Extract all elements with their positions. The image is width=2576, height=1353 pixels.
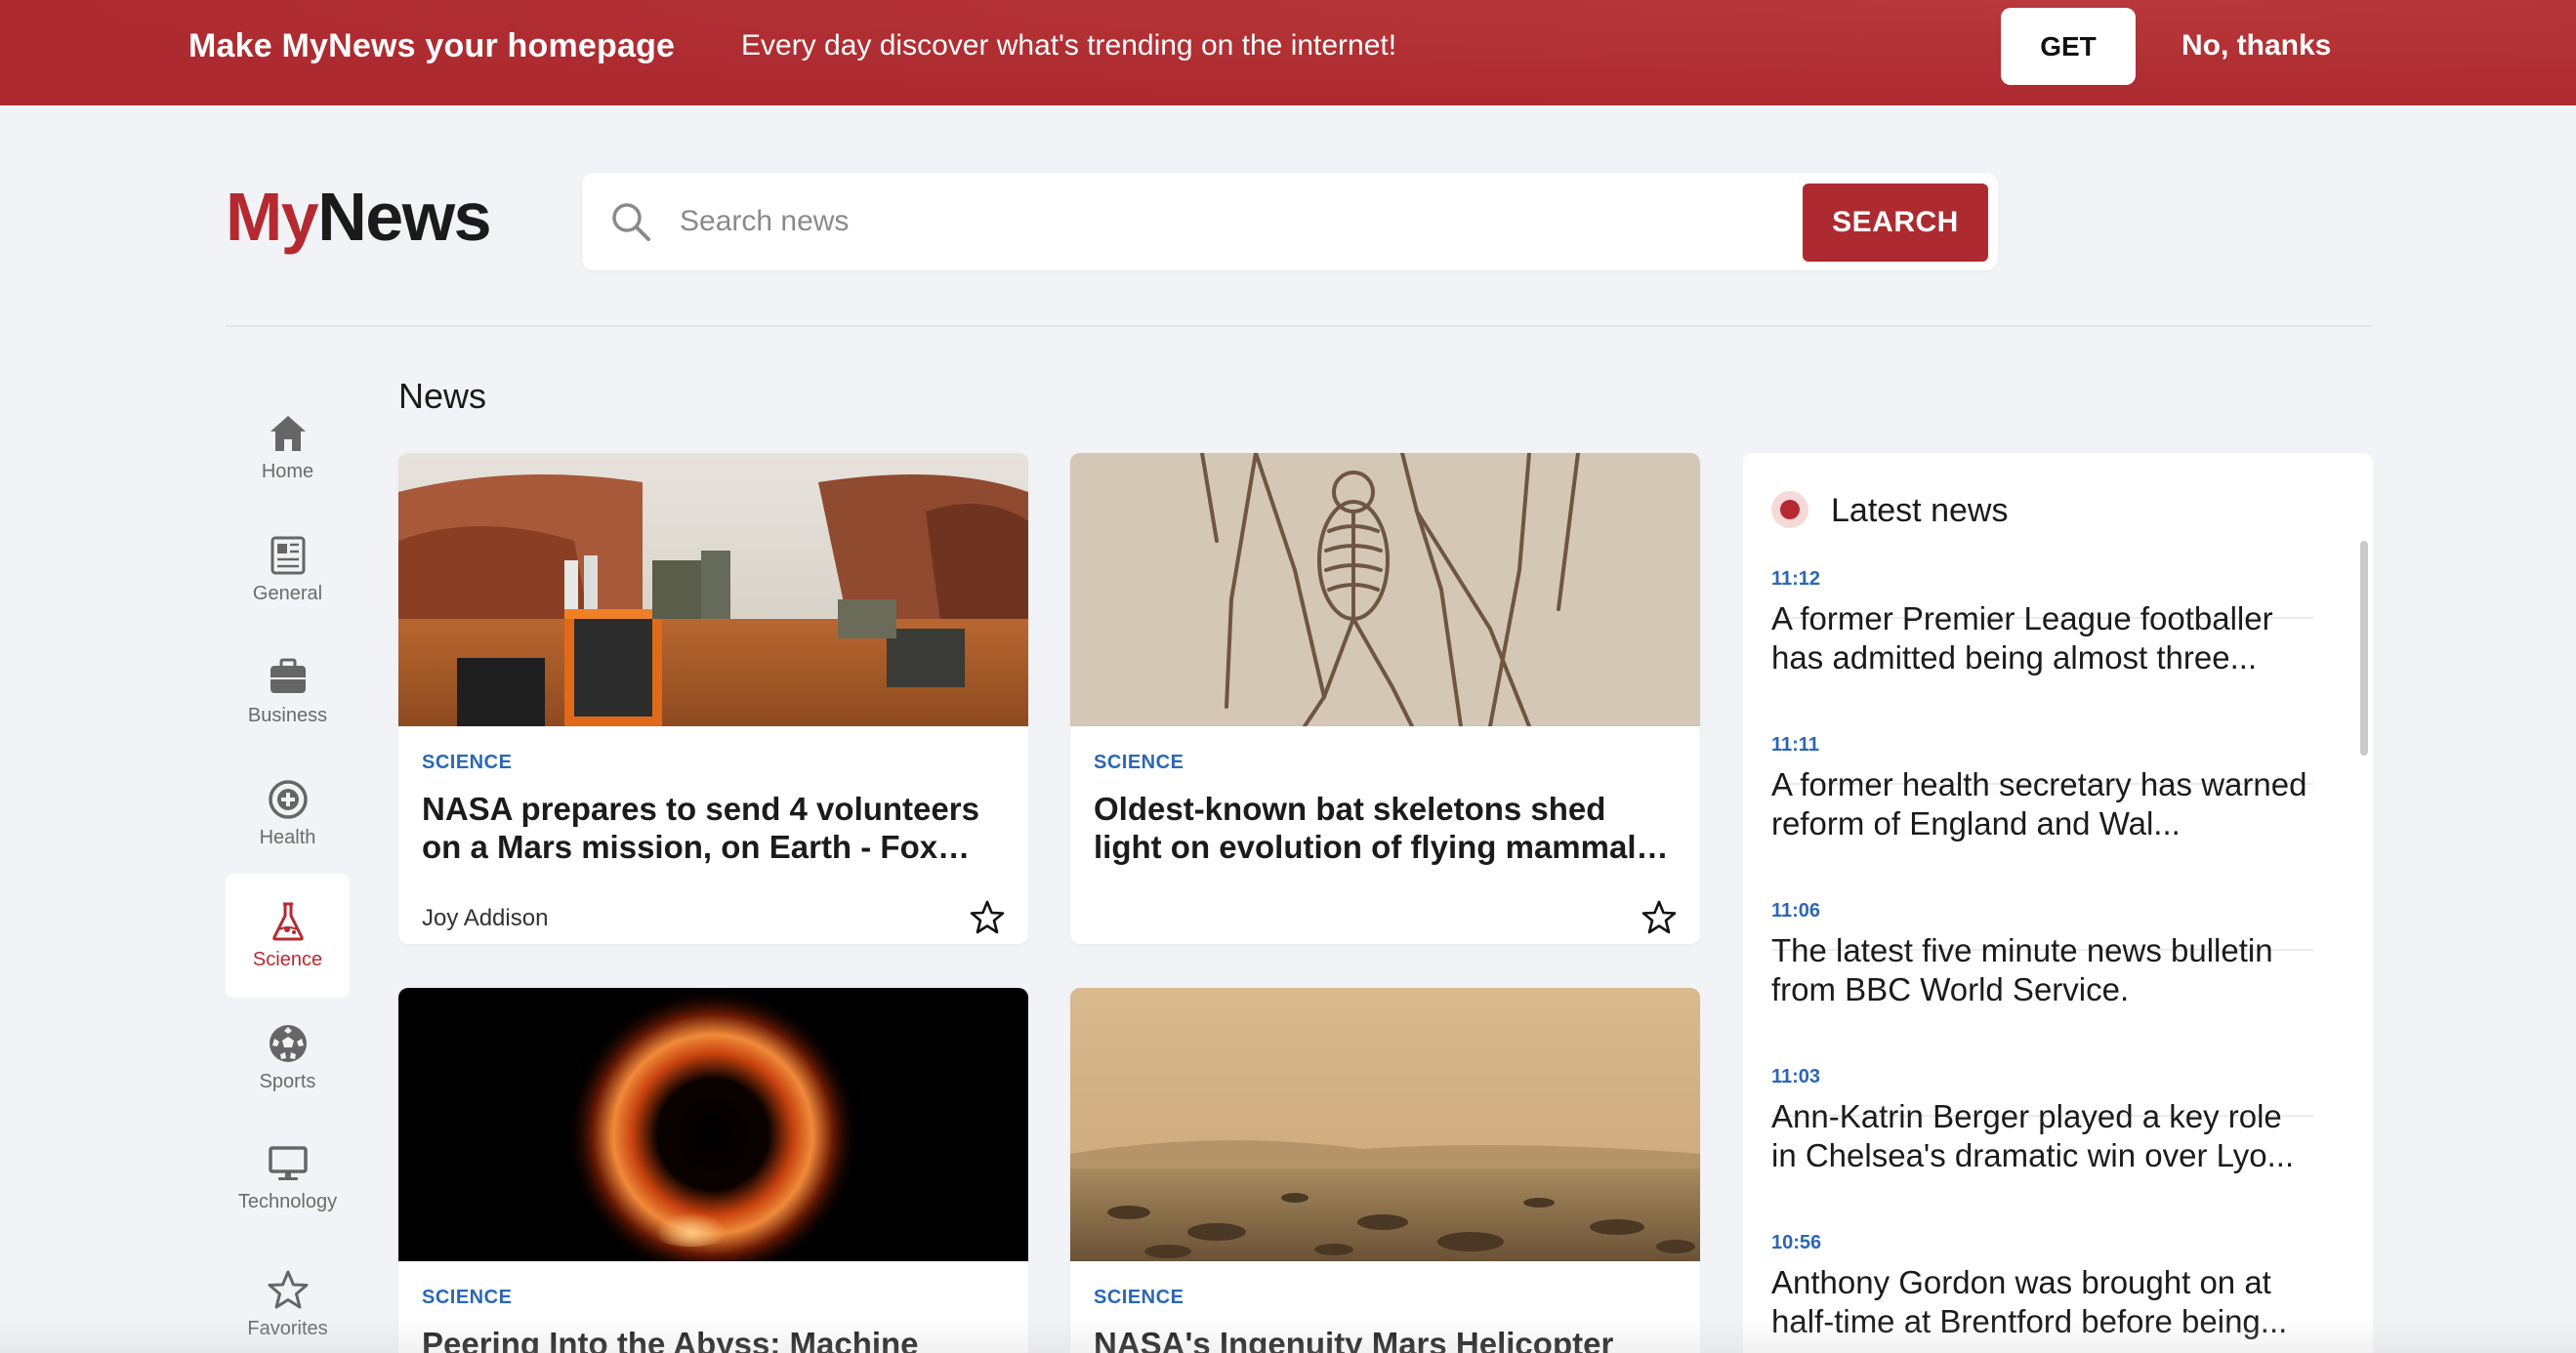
sidebar-item-label: Science [252, 949, 323, 970]
logo-news: News [317, 179, 491, 255]
card-image-black-hole [398, 988, 1028, 1261]
science-icon [271, 902, 304, 941]
card-category: SCIENCE [422, 752, 513, 773]
site-logo[interactable]: MyNews [226, 178, 492, 256]
news-card[interactable]: SCIENCE NASA prepares to send 4 voluntee… [398, 453, 1028, 944]
promo-subtitle: Every day discover what's trending on th… [741, 29, 1397, 62]
no-thanks-button[interactable]: No, thanks [2181, 29, 2331, 62]
latest-news-time: 11:11 [1771, 734, 1819, 756]
card-title[interactable]: Peering Into the Abyss: Machine [422, 1325, 1005, 1353]
card-image-mars-habitat [398, 453, 1028, 726]
monitor-icon [268, 1146, 308, 1180]
card-title[interactable]: NASA's Ingenuity Mars Helicopter [1094, 1325, 1677, 1353]
header-divider [226, 325, 2373, 327]
sidebar-item-label: Business [247, 705, 328, 726]
latest-news-time: 11:12 [1771, 568, 1821, 590]
news-card[interactable]: SCIENCE Oldest-known bat skeletons shed … [1070, 453, 1700, 944]
sidebar-item-sports[interactable]: Sports [226, 996, 350, 1120]
news-card[interactable]: SCIENCE Peering Into the Abyss: Machine [398, 988, 1028, 1353]
sidebar-item-business[interactable]: Business [226, 630, 350, 754]
card-author: Joy Addison [422, 905, 549, 931]
section-title: News [398, 376, 487, 416]
card-image-bat-fossil [1070, 453, 1700, 726]
promo-banner: Make MyNews your homepage Every day disc… [0, 0, 2576, 105]
latest-news-scrollbar[interactable] [2360, 541, 2368, 756]
card-image-mars-surface [1070, 988, 1700, 1261]
sidebar-item-label: Home [261, 461, 314, 482]
latest-news-time: 10:56 [1771, 1232, 1822, 1253]
search-icon [612, 203, 650, 241]
latest-news-item[interactable]: 11:03 Ann-Katrin Berger played a key rol… [1771, 951, 2313, 1173]
card-category: SCIENCE [422, 1287, 513, 1308]
latest-news-item[interactable]: 10:56 Anthony Gordon was brought on at h… [1771, 1117, 2313, 1339]
logo-my: My [226, 179, 319, 255]
soccer-ball-icon [269, 1025, 307, 1062]
news-card[interactable]: SCIENCE NASA's Ingenuity Mars Helicopter [1070, 988, 1700, 1353]
card-category: SCIENCE [1094, 1287, 1184, 1308]
sidebar-item-home[interactable]: Home [226, 386, 350, 510]
latest-news-time: 11:03 [1771, 1066, 1821, 1087]
sidebar-item-science[interactable]: Science [226, 874, 350, 998]
sidebar-item-favorites[interactable]: Favorites [226, 1243, 350, 1353]
sidebar-item-label: Health [259, 827, 316, 848]
sidebar-item-label: Technology [237, 1191, 338, 1212]
star-icon [268, 1270, 308, 1309]
briefcase-icon [270, 658, 306, 693]
favorite-star-icon[interactable] [1641, 900, 1677, 935]
card-title[interactable]: NASA prepares to send 4 volunteers on a … [422, 790, 1005, 866]
search-bar: SEARCH [582, 173, 1998, 270]
sidebar-item-health[interactable]: Health [226, 752, 350, 876]
search-button[interactable]: SEARCH [1803, 184, 1988, 262]
latest-news-item[interactable]: 11:11 A former health secretary has warn… [1771, 619, 2313, 841]
home-icon [270, 416, 306, 451]
latest-news-time: 11:06 [1771, 900, 1821, 922]
card-title[interactable]: Oldest-known bat skeletons shed light on… [1094, 790, 1677, 866]
health-icon [268, 780, 308, 819]
latest-news-item[interactable]: 11:06 The latest five minute news bullet… [1771, 785, 2313, 1007]
search-input[interactable] [680, 192, 1656, 251]
latest-news-item[interactable]: 11:12 A former Premier League footballer… [1771, 453, 2313, 676]
newspaper-icon [270, 536, 305, 575]
sidebar-item-label: Favorites [247, 1318, 328, 1339]
sidebar-item-technology[interactable]: Technology [226, 1116, 350, 1240]
latest-news-text[interactable]: Anthony Gordon was brought on at half-ti… [1771, 1263, 2313, 1341]
card-category: SCIENCE [1094, 752, 1184, 773]
promo-title: Make MyNews your homepage [188, 27, 676, 64]
sidebar-item-label: Sports [259, 1071, 316, 1092]
sidebar-item-label: General [252, 583, 323, 604]
get-button[interactable]: GET [2001, 8, 2136, 85]
latest-news-panel: Latest news 11:12 A former Premier Leagu… [1743, 453, 2373, 1353]
sidebar-item-general[interactable]: General [226, 508, 350, 632]
favorite-star-icon[interactable] [970, 900, 1005, 935]
